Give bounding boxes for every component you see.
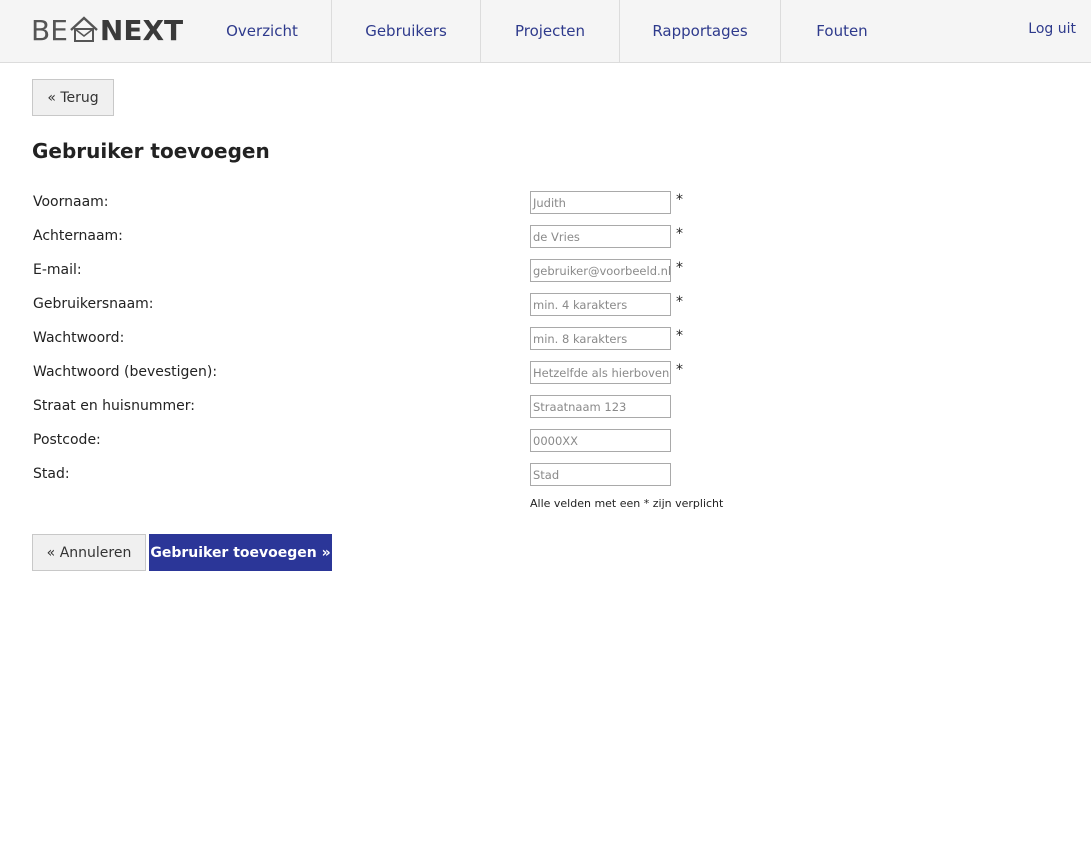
email-input[interactable]: gebruiker@voorbeeld.nl [530, 259, 671, 282]
house-envelope-icon [70, 16, 98, 42]
voornaam-label: Voornaam: [33, 194, 109, 210]
wachtwoord-label: Wachtwoord: [33, 330, 125, 346]
nav-item-gebruikers[interactable]: Gebruikers [332, 0, 481, 62]
achternaam-input[interactable]: de Vries [530, 225, 671, 248]
form-row-wachtwoord-bevestigen: Wachtwoord (bevestigen): Hetzelfde als h… [0, 361, 1091, 385]
gebruikersnaam-input[interactable]: min. 4 karakters [530, 293, 671, 316]
form-row-wachtwoord: Wachtwoord: min. 8 karakters * [0, 327, 1091, 351]
gebruikersnaam-label: Gebruikersnaam: [33, 296, 154, 312]
required-marker: * [676, 226, 683, 242]
form-row-achternaam: Achternaam: de Vries * [0, 225, 1091, 249]
postcode-label: Postcode: [33, 432, 101, 448]
benext-logo[interactable]: BE NEXT [31, 12, 183, 48]
straat-label: Straat en huisnummer: [33, 398, 195, 414]
required-marker: * [676, 328, 683, 344]
voornaam-input[interactable]: Judith [530, 191, 671, 214]
logo-text-right: NEXT [99, 13, 184, 47]
required-marker: * [676, 260, 683, 276]
nav-item-overzicht[interactable]: Overzicht [193, 0, 332, 62]
required-marker: * [676, 294, 683, 310]
top-navigation-bar: BE NEXT Overzicht Gebruikers Projecten R… [0, 0, 1091, 63]
form-row-gebruikersnaam: Gebruikersnaam: min. 4 karakters * [0, 293, 1091, 317]
form-row-stad: Stad: Stad [0, 463, 1091, 487]
required-marker: * [676, 192, 683, 208]
page-title: Gebruiker toevoegen [32, 139, 270, 163]
nav-item-rapportages[interactable]: Rapportages [620, 0, 781, 62]
required-fields-note: Alle velden met een * zijn verplicht [530, 497, 724, 510]
straat-input[interactable]: Straatnaam 123 [530, 395, 671, 418]
achternaam-label: Achternaam: [33, 228, 123, 244]
nav-item-projecten[interactable]: Projecten [481, 0, 620, 62]
main-nav: Overzicht Gebruikers Projecten Rapportag… [193, 0, 903, 62]
postcode-input[interactable]: 0000XX [530, 429, 671, 452]
form-row-voornaam: Voornaam: Judith * [0, 191, 1091, 215]
form-row-postcode: Postcode: 0000XX [0, 429, 1091, 453]
wachtwoord-bevestigen-input[interactable]: Hetzelfde als hierboven [530, 361, 671, 384]
nav-item-fouten[interactable]: Fouten [781, 0, 903, 62]
wachtwoord-input[interactable]: min. 8 karakters [530, 327, 671, 350]
back-button[interactable]: « Terug [32, 79, 114, 116]
cancel-button[interactable]: « Annuleren [32, 534, 146, 571]
form-row-straat: Straat en huisnummer: Straatnaam 123 [0, 395, 1091, 419]
stad-label: Stad: [33, 466, 70, 482]
logo-text-left: BE [31, 13, 68, 47]
required-marker: * [676, 362, 683, 378]
add-user-submit-button[interactable]: Gebruiker toevoegen » [149, 534, 332, 571]
wachtwoord-bevestigen-label: Wachtwoord (bevestigen): [33, 364, 218, 380]
form-row-email: E-mail: gebruiker@voorbeeld.nl * [0, 259, 1091, 283]
stad-input[interactable]: Stad [530, 463, 671, 486]
logout-link[interactable]: Log uit [1028, 21, 1076, 37]
email-label: E-mail: [33, 262, 82, 278]
